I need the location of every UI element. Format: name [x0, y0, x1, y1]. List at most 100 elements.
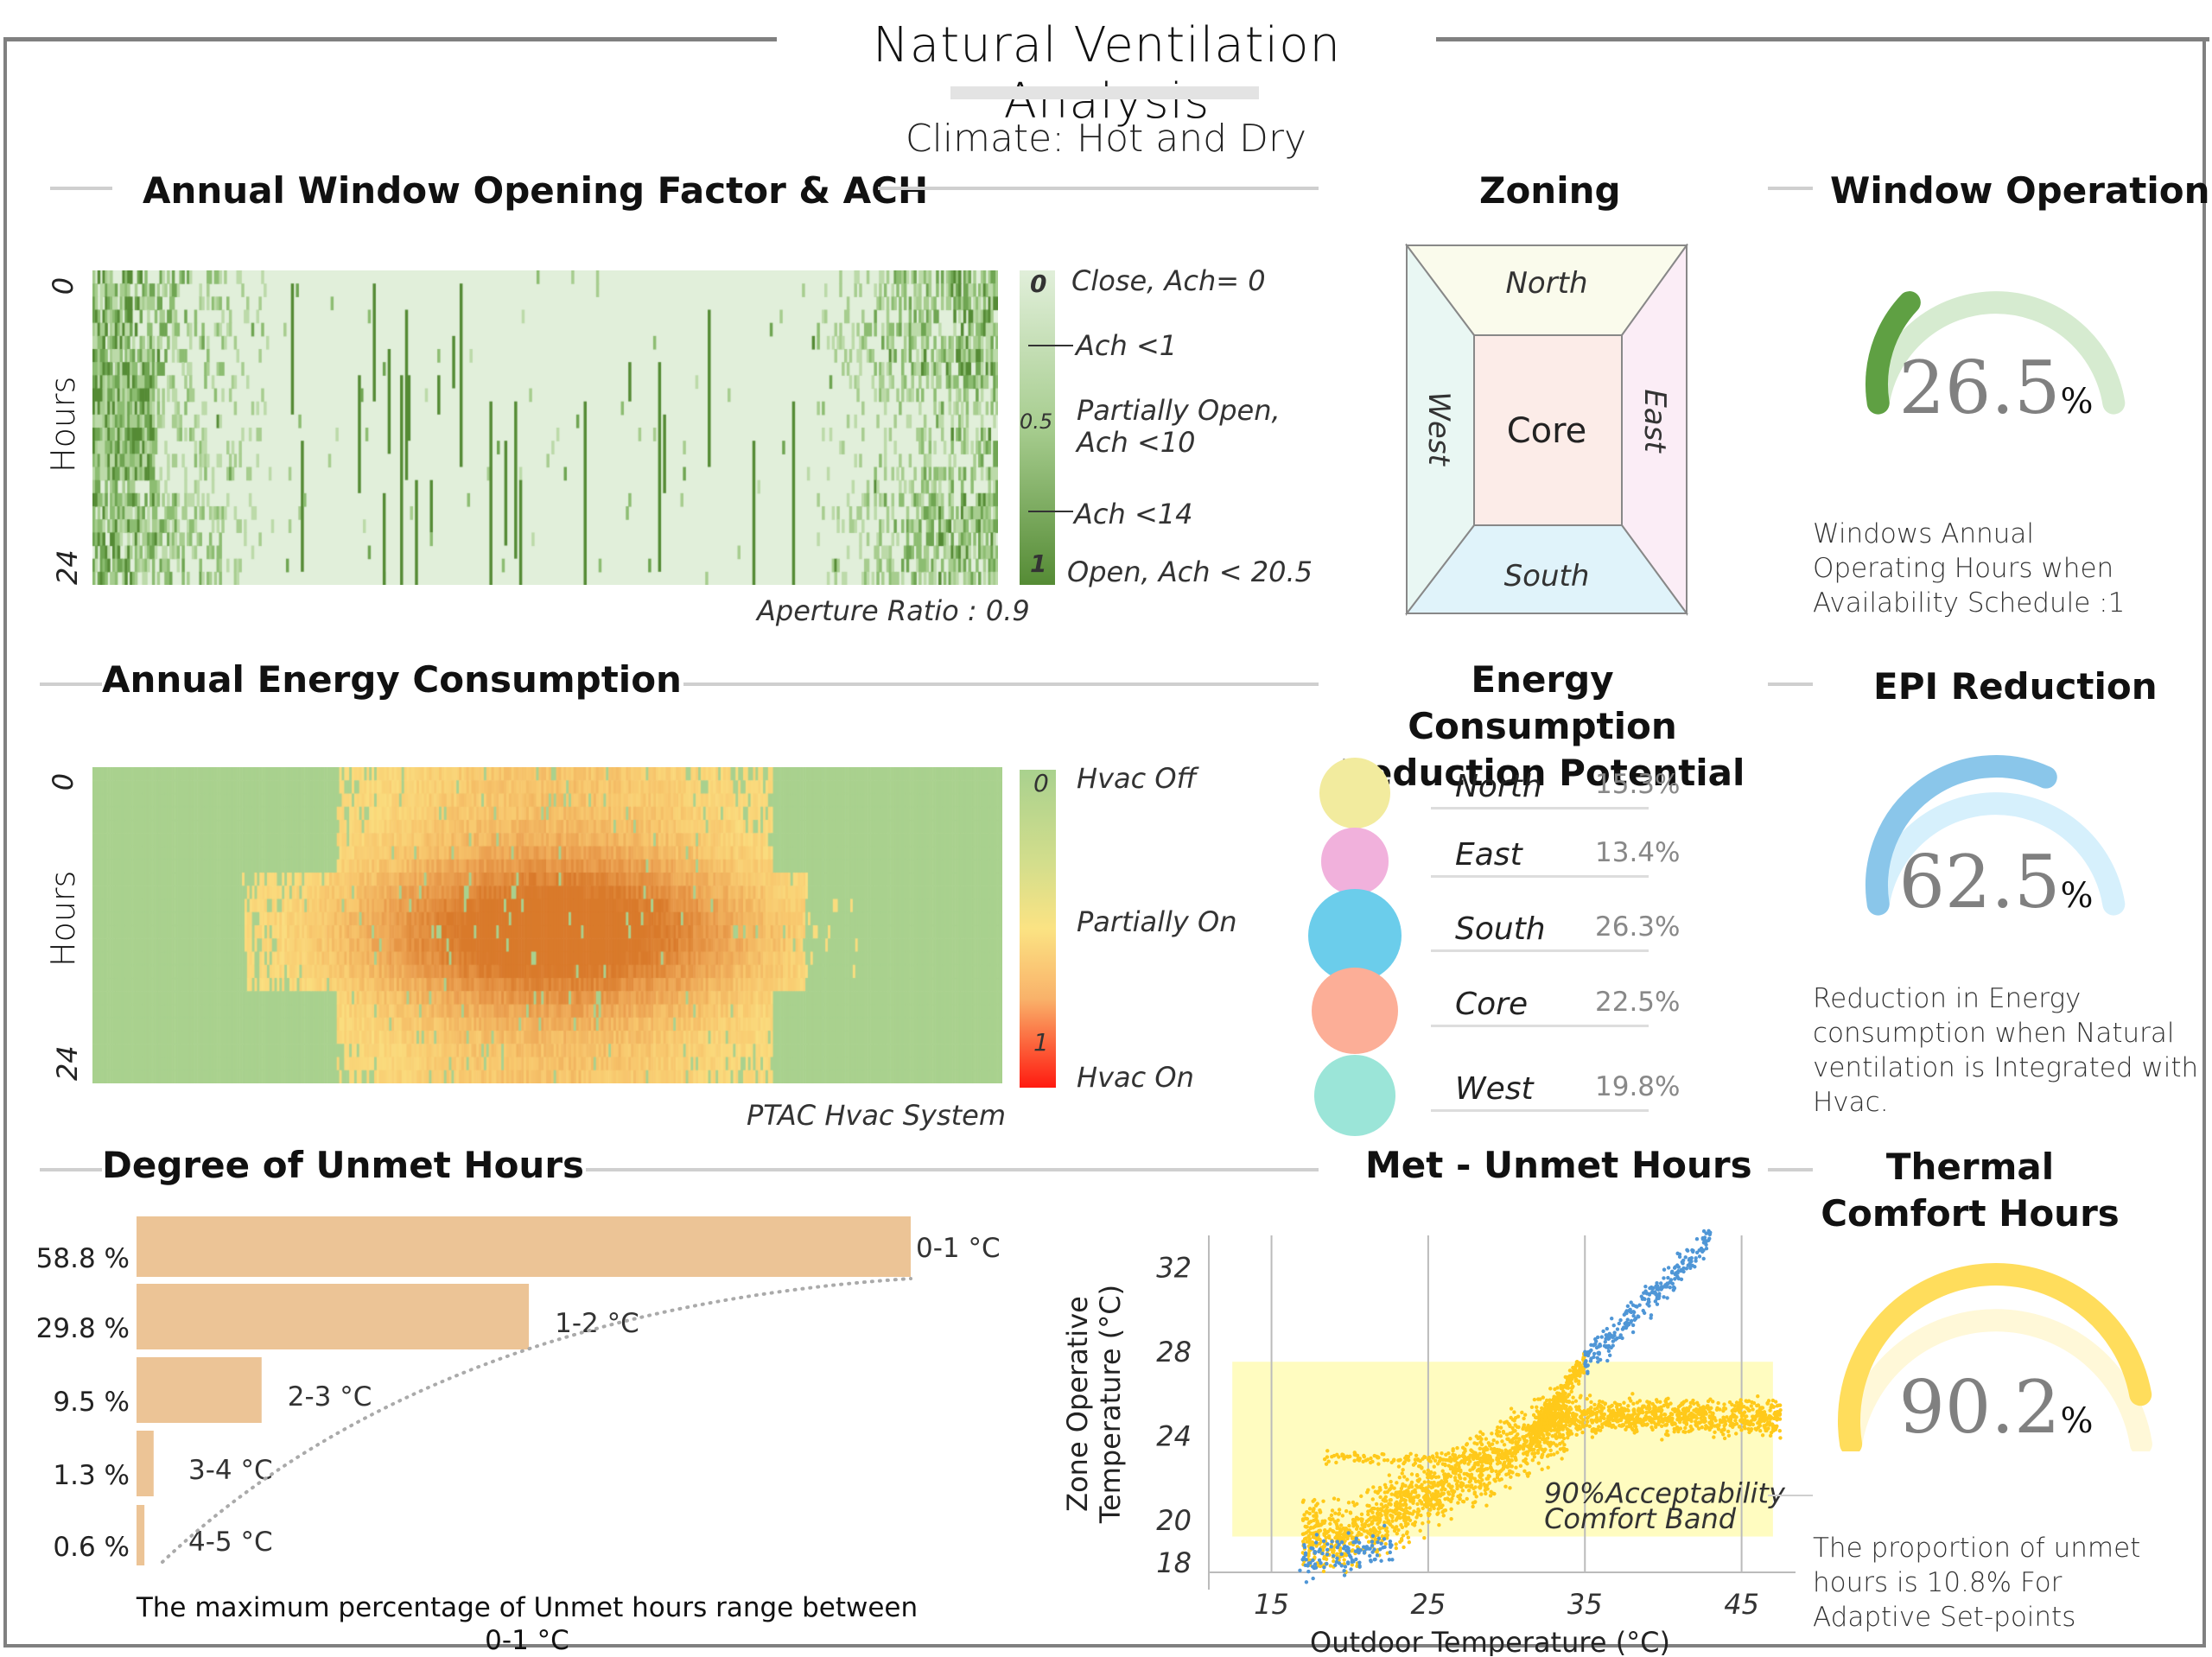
scatter-point [1587, 1394, 1592, 1398]
scatter-point [1395, 1490, 1400, 1495]
scatter-point [1392, 1486, 1396, 1490]
zone-value: 13.4% [1595, 837, 1681, 868]
scatter-point [1370, 1528, 1374, 1533]
scatter-point [1434, 1451, 1439, 1456]
zone-value: 19.8% [1595, 1071, 1681, 1102]
scatter-point [1411, 1463, 1416, 1467]
scatter-point [1676, 1265, 1681, 1269]
scatter-point [1606, 1349, 1611, 1354]
scatter-point [1484, 1503, 1489, 1508]
scatter-point [1450, 1489, 1455, 1493]
scatter-point [1532, 1397, 1537, 1402]
scatter-point [1510, 1451, 1514, 1457]
scatter-point [1382, 1452, 1386, 1457]
scatter-point [1688, 1417, 1692, 1422]
scatter-point [1478, 1430, 1483, 1434]
scatter-point [1538, 1427, 1542, 1432]
y-axis-title: Zone Operative [1061, 1296, 1094, 1512]
scatter-point [1307, 1537, 1313, 1541]
scatter-point [1694, 1410, 1699, 1414]
scatter-point [1560, 1394, 1565, 1400]
scatter-point [1491, 1450, 1496, 1455]
scatter-point [1425, 1472, 1429, 1476]
scatter-point [1630, 1330, 1636, 1335]
scatter-point [1539, 1417, 1544, 1422]
scatter-point [1576, 1379, 1581, 1383]
scatter-point [1770, 1416, 1774, 1420]
scatter-point [1405, 1477, 1409, 1482]
scatter-point [1466, 1484, 1471, 1489]
scatter-point [1542, 1421, 1547, 1425]
scatter-point [1625, 1317, 1630, 1322]
zone-name: North [1455, 769, 1542, 804]
window-operation-description: Windows Annual Operating Hours when Avai… [1813, 517, 2125, 620]
scatter-point [1396, 1464, 1402, 1469]
scatter-point [1337, 1508, 1342, 1512]
scatter-point [1379, 1513, 1383, 1518]
scatter-point [1720, 1428, 1725, 1432]
scatter-point [1462, 1461, 1467, 1465]
scatter-point [1438, 1505, 1442, 1509]
scatter-point [1302, 1545, 1307, 1550]
scatter-point [1454, 1456, 1459, 1461]
scatter-point [1364, 1535, 1369, 1540]
scatter-point [1454, 1482, 1459, 1487]
scatter-point [1688, 1405, 1693, 1409]
scatter-point [1300, 1532, 1306, 1537]
scatter-point [1758, 1424, 1763, 1428]
scatter-point [1665, 1281, 1669, 1286]
scatter-point [1722, 1406, 1726, 1411]
scatter-point [1307, 1507, 1313, 1511]
scatter-point [1558, 1435, 1563, 1439]
scatter-point [1589, 1418, 1593, 1423]
scatter-point [1658, 1281, 1663, 1286]
scatter-point [1623, 1415, 1627, 1419]
scatter-point [1348, 1541, 1352, 1546]
scatter-point [1745, 1406, 1751, 1411]
scatter-point [1535, 1405, 1539, 1410]
scatter-point [1664, 1402, 1669, 1407]
scatter-point [1435, 1495, 1440, 1499]
scatter-point [1311, 1576, 1315, 1581]
scatter-point [1391, 1458, 1396, 1463]
scatter-point [1777, 1417, 1783, 1421]
scatter-point [1612, 1414, 1617, 1419]
scatter-point [1516, 1425, 1521, 1430]
scatter-point [1483, 1483, 1487, 1489]
scatter-point [1737, 1425, 1742, 1429]
scatter-point [1389, 1502, 1393, 1507]
scatter-point [1387, 1473, 1392, 1477]
scatter-point [1662, 1412, 1667, 1417]
scatter-point [1369, 1456, 1373, 1461]
scatter-point [1325, 1561, 1329, 1566]
energy-legend-tick-1: 1 [1033, 1028, 1049, 1057]
scatter-point [1632, 1317, 1637, 1322]
footnote-line: The maximum percentage of Unmet hours ra… [136, 1592, 918, 1623]
scatter-point [1607, 1353, 1612, 1358]
scatter-point [1494, 1470, 1498, 1474]
scatter-point [1516, 1473, 1521, 1477]
scatter-point [1545, 1428, 1549, 1433]
scatter-point [1522, 1437, 1527, 1441]
scatter-point [1410, 1512, 1414, 1516]
scatter-point [1713, 1430, 1717, 1435]
scatter-point [1637, 1419, 1643, 1424]
scatter-point [1541, 1449, 1546, 1454]
scatter-point [1301, 1498, 1306, 1502]
scatter-point [1319, 1561, 1323, 1565]
scatter-point [1586, 1351, 1592, 1355]
energy-heatmap-y-tick-0: 0 [47, 772, 79, 791]
scatter-point [1730, 1402, 1734, 1407]
x-tick-label: 35 [1567, 1588, 1603, 1621]
scatter-point [1755, 1403, 1759, 1408]
scatter-point [1731, 1421, 1735, 1426]
scatter-point [1513, 1451, 1518, 1456]
scatter-point [1734, 1432, 1738, 1436]
scatter-point [1336, 1518, 1340, 1522]
scatter-point [1681, 1400, 1687, 1404]
scatter-point [1629, 1300, 1633, 1305]
scatter-point [1376, 1456, 1380, 1460]
scatter-point [1658, 1400, 1662, 1404]
scatter-point [1375, 1553, 1380, 1558]
scatter-point [1708, 1406, 1713, 1411]
